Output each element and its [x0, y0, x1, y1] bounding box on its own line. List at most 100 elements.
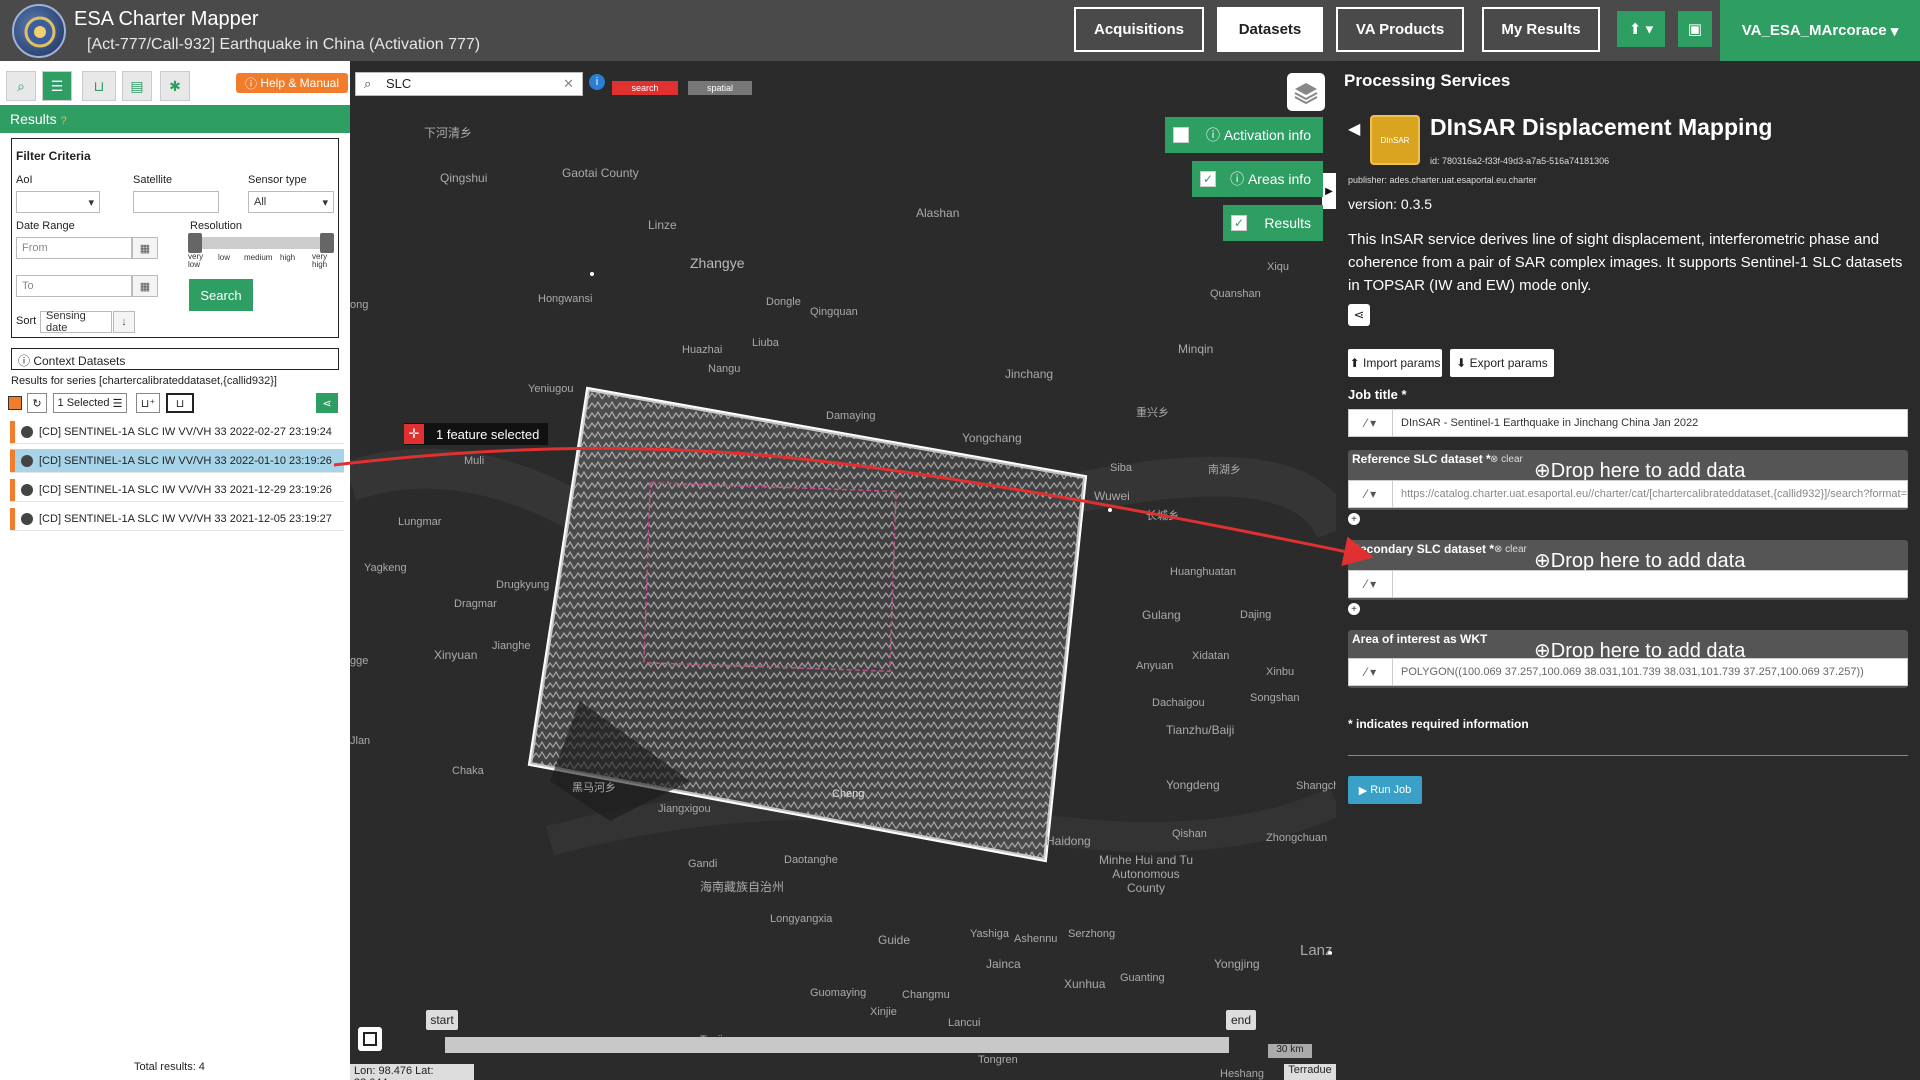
areas-info-checkbox[interactable]: ✓ — [1200, 171, 1216, 187]
add-secondary-icon[interactable]: + — [1348, 603, 1360, 615]
nav-acquisitions[interactable]: Acquisitions — [1074, 7, 1204, 52]
add-to-basket-icon[interactable]: ⊔⁺ — [136, 393, 160, 413]
aoi-wkt-dropzone[interactable]: Area of interest as WKT ⊕Drop here to ad… — [1348, 630, 1908, 688]
place-label: Xinyuan — [434, 648, 478, 662]
info-icon: ⓘ — [1205, 127, 1224, 143]
sort-direction-icon[interactable]: ↓ — [113, 311, 135, 333]
tab-settings[interactable]: ✱ — [160, 71, 190, 101]
secondary-clear[interactable]: ⊗ clear — [1494, 544, 1527, 555]
results-checkbox[interactable]: ✓ — [1231, 215, 1247, 231]
calendar-to-icon[interactable]: ▦ — [132, 275, 158, 297]
place-label: Tongren — [978, 1054, 1018, 1066]
timeline-start-label[interactable]: start — [426, 1010, 458, 1030]
nav-datasets[interactable]: Datasets — [1217, 7, 1323, 52]
tab-basket[interactable]: ⊔ — [82, 71, 116, 101]
activation-info-button[interactable]: ⓘ Activation info — [1165, 117, 1323, 153]
share-icon[interactable]: ⋖ — [1348, 304, 1370, 326]
calendar-from-icon[interactable]: ▦ — [132, 237, 158, 259]
date-from-input[interactable]: From — [16, 237, 132, 259]
run-job-button[interactable]: ▶ Run Job — [1348, 776, 1422, 804]
nav-va-products[interactable]: VA Products — [1336, 7, 1464, 52]
wand-icon[interactable]: ⁄ ▾ — [1349, 571, 1393, 597]
res-high: high — [280, 253, 296, 262]
place-label: 海南藏族自治州 — [700, 880, 785, 894]
map-view[interactable]: 下河清乡 Qingshui Gaotai County Linze Alasha… — [350, 61, 1336, 1080]
place-label: Drugkyung — [496, 579, 550, 591]
sort-label: Sort — [16, 315, 37, 327]
sort-select[interactable]: Sensing date — [40, 310, 112, 334]
slider-handle-min[interactable] — [188, 233, 202, 253]
date-range-label: Date Range — [16, 220, 75, 232]
globe-icon — [21, 454, 33, 467]
search-icon: ⌕ — [364, 76, 372, 91]
refresh-icon[interactable]: ↻ — [27, 393, 47, 413]
info-icon: ⓘ — [1230, 171, 1248, 187]
satellite-input[interactable] — [133, 191, 219, 213]
timeline-slider[interactable] — [445, 1037, 1229, 1053]
nav-my-results[interactable]: My Results — [1482, 7, 1600, 52]
wand-icon[interactable]: ⁄ ▾ — [1349, 659, 1393, 685]
list-item-selected[interactable]: [CD] SENTINEL-1A SLC IW VV/VH 33 2022-01… — [10, 449, 344, 473]
reference-slc-field[interactable]: ⁄ ▾ https://catalog.charter.uat.esaportal… — [1348, 480, 1908, 508]
export-params-button[interactable]: ⬇ Export params — [1450, 349, 1554, 377]
list-item[interactable]: [CD] SENTINEL-1A SLC IW VV/VH 33 2021-12… — [10, 478, 344, 502]
results-layer-button[interactable]: ✓ Results — [1223, 205, 1323, 241]
info-icon[interactable]: i — [589, 74, 605, 90]
spatial-tag[interactable]: spatial — [688, 81, 752, 95]
import-params-button[interactable]: ⬆ Import params — [1348, 349, 1442, 377]
reference-slc-value: https://catalog.charter.uat.esaportal.eu… — [1401, 488, 1907, 500]
res-low: low — [218, 253, 231, 262]
place-label: Nangu — [708, 363, 741, 375]
date-to-input[interactable]: To — [16, 275, 132, 297]
context-datasets[interactable]: ⓘ Context Datasets — [11, 348, 339, 370]
place-label: Serzhong — [1068, 928, 1116, 940]
timeline-end-label[interactable]: end — [1226, 1010, 1256, 1030]
divider — [1348, 755, 1908, 756]
selected-dropdown[interactable]: 1 Selected ☰ — [53, 393, 127, 413]
filter-search-button[interactable]: Search — [189, 279, 253, 311]
place-label: Yeniugou — [528, 383, 574, 395]
fullscreen-icon[interactable] — [358, 1027, 382, 1051]
resolution-slider[interactable] — [188, 233, 334, 253]
add-reference-icon[interactable]: + — [1348, 513, 1360, 525]
areas-info-button[interactable]: ✓ ⓘ Areas info — [1192, 161, 1323, 197]
aoi-wkt-field[interactable]: ⁄ ▾ POLYGON((100.069 37.257,100.069 38.03… — [1348, 658, 1908, 686]
back-icon[interactable]: ◀ — [1348, 119, 1360, 139]
basket-clear-icon[interactable]: ⊔ — [166, 393, 194, 413]
share-icon[interactable]: ⋖ — [316, 393, 338, 413]
total-results: Total results: 4 — [134, 1061, 205, 1073]
reference-clear[interactable]: ⊗ clear — [1490, 454, 1523, 465]
wand-icon[interactable]: ⁄ ▾ — [1349, 410, 1393, 436]
upload-dropdown-button[interactable]: ⬆ ▾ — [1617, 11, 1665, 47]
slider-handle-max[interactable] — [320, 233, 334, 253]
activation-info-checkbox[interactable] — [1173, 127, 1189, 143]
tab-archive[interactable]: ▤ — [122, 71, 152, 101]
results-label: Results — [10, 111, 57, 127]
reference-slc-dropzone[interactable]: Reference SLC dataset * ⊗ clear ⊕Drop he… — [1348, 450, 1908, 510]
briefcase-button[interactable]: ▣ — [1678, 11, 1712, 47]
clear-icon[interactable]: ✕ — [563, 76, 574, 92]
panel-title: Processing Services — [1344, 71, 1511, 90]
search-tag[interactable]: search — [612, 81, 678, 95]
place-label: Gulang — [1142, 608, 1181, 622]
place-label: Guanting — [1120, 972, 1165, 984]
layers-icon[interactable] — [1287, 73, 1325, 111]
place-label: Guomaying — [810, 987, 867, 999]
list-item[interactable]: [CD] SENTINEL-1A SLC IW VV/VH 33 2021-12… — [10, 507, 344, 531]
aoi-select[interactable]: ▾ — [16, 191, 100, 213]
place-label: Lungmar — [398, 516, 442, 528]
expand-right-panel[interactable]: ▶ — [1322, 173, 1336, 209]
secondary-slc-dropzone[interactable]: Secondary SLC dataset * ⊗ clear ⊕Drop he… — [1348, 540, 1908, 600]
tab-search[interactable]: ⌕ — [6, 71, 36, 101]
secondary-slc-field[interactable]: ⁄ ▾ — [1348, 570, 1908, 598]
tab-results[interactable]: ☰ — [42, 71, 72, 101]
help-manual-button[interactable]: ⓘ Help & Manual — [236, 73, 348, 93]
wand-icon[interactable]: ⁄ ▾ — [1349, 481, 1393, 507]
job-title-field[interactable]: ⁄ ▾ DInSAR - Sentinel-1 Earthquake in Jin… — [1348, 409, 1908, 437]
select-all-checkbox[interactable] — [8, 396, 22, 410]
place-label: Gandi — [688, 858, 718, 870]
map-search-input[interactable]: ⌕ SLC ✕ — [355, 72, 583, 96]
list-item[interactable]: [CD] SENTINEL-1A SLC IW VV/VH 33 2022-02… — [10, 420, 344, 444]
sensor-type-select[interactable]: All ▾ — [248, 191, 334, 213]
user-menu-button[interactable]: VA_ESA_MArcorace ▾ — [1720, 0, 1920, 61]
